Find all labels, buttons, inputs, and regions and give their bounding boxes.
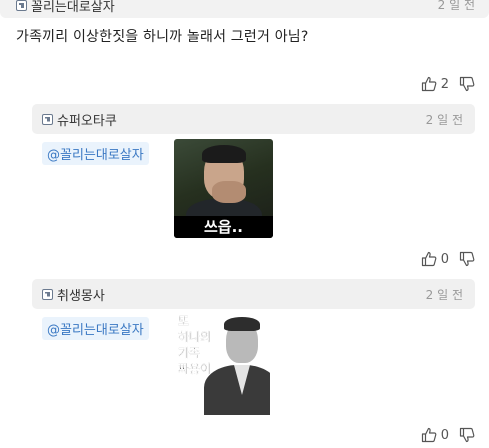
thumbs-down-icon[interactable]: [459, 427, 475, 443]
reply-time: 2 일 전: [425, 112, 463, 127]
reply-actions: 0: [421, 427, 475, 443]
reply-like-count: 0: [440, 251, 449, 267]
reply-image[interactable]: 쓰읍..: [174, 139, 273, 238]
reply-image[interactable]: 또 하나의 가족 짜용이: [174, 311, 270, 415]
root-comment-actions: 2: [421, 76, 475, 92]
image-caption: 쓰읍..: [174, 216, 273, 238]
thumbs-up-icon[interactable]: [421, 76, 437, 92]
thumbs-down-icon[interactable]: [459, 251, 475, 267]
level-icon: [42, 113, 53, 125]
reply-author[interactable]: 슈퍼오타쿠: [42, 110, 426, 129]
reply-item: 취생몽사 2 일 전 @꼴리는대로살자 또 하나의 가족 짜용이: [32, 279, 475, 419]
reply-author-name[interactable]: 슈퍼오타쿠: [57, 110, 117, 129]
root-comment-time: 2 일 전: [437, 0, 475, 12]
reply-like-count: 0: [440, 427, 449, 443]
reply-header: 취생몽사 2 일 전: [32, 279, 475, 309]
thumbs-up-icon[interactable]: [421, 251, 437, 267]
root-comment-header: 꼴리는대로살자 2 일 전: [0, 0, 489, 18]
reply-author-name[interactable]: 취생몽사: [57, 285, 105, 304]
thumbs-down-icon[interactable]: [459, 76, 475, 92]
mention-link[interactable]: @꼴리는대로살자: [42, 142, 149, 165]
level-icon: [42, 288, 53, 300]
root-comment-text: 가족끼리 이상한짓을 하니까 놀래서 그런거 아님?: [16, 29, 309, 45]
reply-time: 2 일 전: [425, 287, 463, 302]
reply-author[interactable]: 취생몽사: [42, 285, 426, 304]
reply-header: 슈퍼오타쿠 2 일 전: [32, 104, 475, 134]
root-comment-author-name[interactable]: 꼴리는대로살자: [31, 0, 115, 15]
reply-actions: 0: [421, 251, 475, 267]
thumbs-up-icon[interactable]: [421, 427, 437, 443]
reply-item: 슈퍼오타쿠 2 일 전 @꼴리는대로살자 쓰읍..: [32, 104, 475, 274]
level-icon: [16, 0, 27, 11]
image-caption: 또 하나의 가족 짜용이: [178, 314, 212, 376]
root-like-count: 2: [440, 76, 449, 92]
root-comment-author[interactable]: 꼴리는대로살자: [16, 0, 115, 15]
mention-link[interactable]: @꼴리는대로살자: [42, 317, 149, 340]
